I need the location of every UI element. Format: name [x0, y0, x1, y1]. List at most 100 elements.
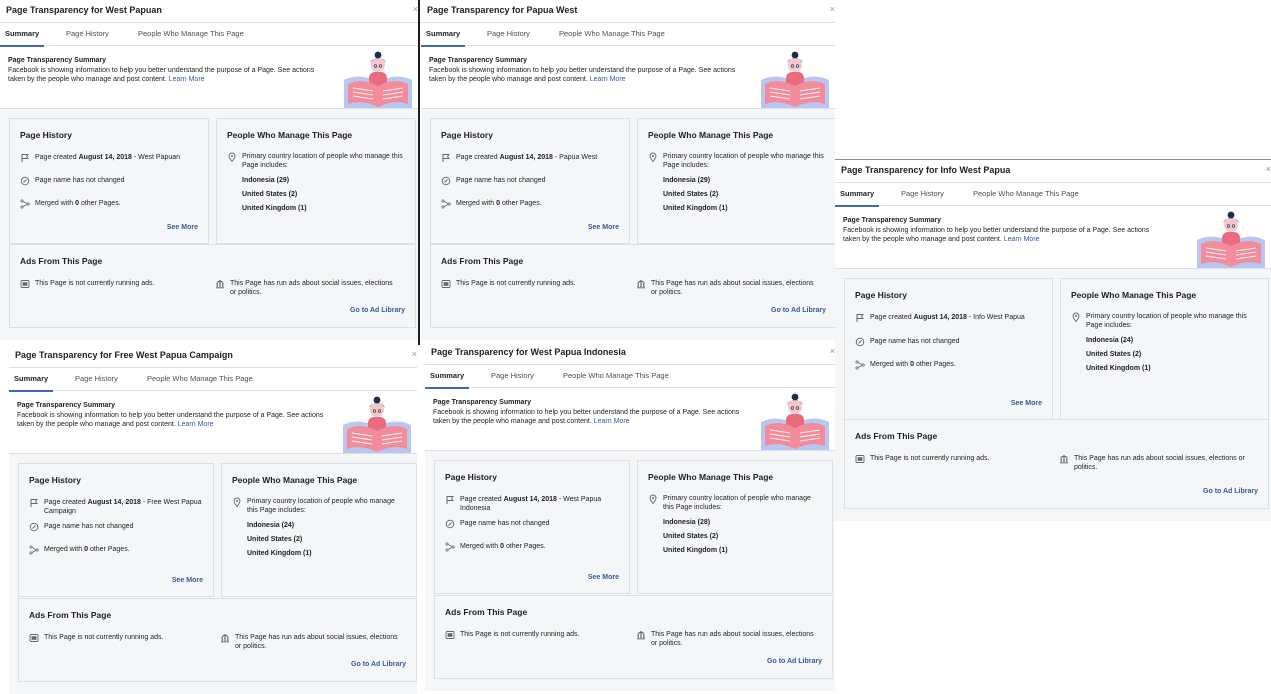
ad-library-link[interactable]: Go to Ad Library [767, 658, 822, 665]
ads-social-text: This Page has run ads about social issue… [651, 631, 814, 647]
location-pin-icon [1071, 312, 1081, 323]
people-title: People Who Manage This Page [648, 472, 774, 482]
tab-page-history[interactable]: Page History [901, 189, 944, 198]
ad-screen-icon [445, 630, 455, 640]
merge-icon [29, 545, 39, 555]
close-icon[interactable]: × [412, 349, 417, 359]
page-created-date: August 14, 2018 [78, 154, 132, 161]
reader-illustration [757, 392, 833, 450]
people-location-row: Primary country location of people who m… [648, 152, 826, 170]
tab-summary[interactable]: Summary [421, 29, 466, 47]
merged-count: 0 [500, 543, 504, 550]
summary-text: Facebook is showing information to help … [843, 227, 1150, 243]
ads-social-text: This Page has run ads about social issue… [651, 280, 814, 296]
page-name: West Papuan [138, 154, 181, 161]
ads-running-row: This Page is not currently running ads. [20, 279, 154, 289]
bank-icon [215, 279, 225, 289]
page-created-row: Page created August 14, 2018 - West Papu… [445, 495, 619, 513]
edit-circle-icon [29, 522, 39, 532]
tab-people-who-manage[interactable]: People Who Manage This Page [147, 374, 253, 383]
tab-people-who-manage[interactable]: People Who Manage This Page [563, 371, 669, 380]
tab-summary[interactable]: Summary [835, 189, 880, 207]
summary-text: Facebook is showing information to help … [433, 409, 740, 425]
country-item: United States (2) [247, 536, 303, 543]
page-created-row: Page created August 14, 2018 - West Papu… [20, 153, 198, 163]
close-icon[interactable]: × [1266, 164, 1271, 174]
summary-section: Page Transparency Summary Facebook is sho… [425, 388, 835, 451]
learn-more-link[interactable]: Learn More [1004, 236, 1040, 243]
page-history-title: Page History [20, 130, 72, 140]
learn-more-link[interactable]: Learn More [594, 418, 630, 425]
ad-library-link[interactable]: Go to Ad Library [350, 307, 405, 314]
flag-icon [29, 498, 39, 508]
see-more-link[interactable]: See More [172, 577, 203, 584]
page-created-date: August 14, 2018 [503, 496, 557, 503]
ad-library-link[interactable]: Go to Ad Library [351, 661, 406, 668]
see-more-link[interactable]: See More [1011, 400, 1042, 407]
location-pin-icon [648, 152, 658, 163]
summary-section: Page Transparency Summary Facebook is sho… [835, 206, 1271, 269]
tab-summary[interactable]: Summary [0, 29, 45, 47]
summary-title: Page Transparency Summary [8, 57, 107, 64]
merged-label: Merged with [44, 546, 83, 553]
merged-suffix: other Pages. [89, 546, 130, 553]
tab-bar: Summary Page History People Who Manage Thi… [835, 183, 1271, 207]
learn-more-link[interactable]: Learn More [178, 421, 214, 428]
learn-more-link[interactable]: Learn More [169, 76, 205, 83]
learn-more-link[interactable]: Learn More [590, 76, 626, 83]
ads-social-row: This Page has run ads about social issue… [220, 633, 399, 651]
close-icon[interactable]: × [830, 346, 835, 356]
edit-circle-icon [441, 176, 451, 186]
page-name: Papua West [559, 154, 598, 161]
tab-people-who-manage[interactable]: People Who Manage This Page [559, 29, 665, 38]
summary-text: Facebook is showing information to help … [429, 67, 736, 83]
close-icon[interactable]: × [830, 4, 835, 14]
people-title: People Who Manage This Page [227, 130, 353, 140]
page-created-label: Page created [870, 314, 912, 321]
tab-people-who-manage[interactable]: People Who Manage This Page [973, 189, 1079, 198]
reader-illustration [339, 395, 415, 453]
dialog-header: Page Transparency for West Papuan × [0, 0, 418, 23]
see-more-link[interactable]: See More [167, 224, 198, 231]
dialog-title: Page Transparency for Papua West [427, 5, 578, 15]
page-created-date: August 14, 2018 [87, 499, 141, 506]
details-area: Page History Page created August 14, 2018… [9, 454, 417, 694]
summary-description: Facebook is showing information to help … [429, 66, 739, 84]
location-pin-icon [227, 152, 237, 163]
tab-summary[interactable]: Summary [9, 374, 54, 392]
country-item: Indonesia (29) [242, 177, 290, 184]
see-more-link[interactable]: See More [588, 224, 619, 231]
page-created-label: Page created [35, 154, 77, 161]
flag-icon [445, 495, 455, 505]
page-created-date: August 14, 2018 [913, 314, 967, 321]
tab-page-history[interactable]: Page History [66, 29, 109, 38]
tab-summary[interactable]: Summary [425, 371, 470, 389]
country-item: United States (2) [242, 191, 298, 198]
page-created-date: August 14, 2018 [499, 154, 553, 161]
country-item: United Kingdom (1) [1086, 365, 1151, 372]
page-history-card: Page History Page created August 14, 2018… [430, 118, 630, 244]
name-changes-text: Page name has not changed [44, 523, 134, 530]
ad-library-link[interactable]: Go to Ad Library [771, 307, 826, 314]
ads-title: Ads From This Page [445, 607, 528, 617]
page-created-row: Page created August 14, 2018 - Info West… [855, 313, 1042, 323]
ad-screen-icon [20, 279, 30, 289]
bank-icon [636, 279, 646, 289]
page-history-title: Page History [441, 130, 493, 140]
ads-card: Ads From This Page This Page is not curre… [430, 244, 835, 328]
people-title: People Who Manage This Page [232, 475, 358, 485]
tab-page-history[interactable]: Page History [491, 371, 534, 380]
tab-page-history[interactable]: Page History [75, 374, 118, 383]
ads-running-text: This Page is not currently running ads. [44, 634, 164, 641]
ad-library-link[interactable]: Go to Ad Library [1203, 488, 1258, 495]
tab-people-who-manage[interactable]: People Who Manage This Page [138, 29, 244, 38]
see-more-link[interactable]: See More [588, 574, 619, 581]
summary-title: Page Transparency Summary [843, 217, 942, 224]
ads-title: Ads From This Page [29, 610, 112, 620]
ad-screen-icon [29, 633, 39, 643]
page-created-row: Page created August 14, 2018 - Free West… [29, 498, 203, 516]
tab-page-history[interactable]: Page History [487, 29, 530, 38]
summary-description: Facebook is showing information to help … [843, 226, 1153, 244]
merge-icon [855, 360, 865, 370]
details-area: Page History Page created August 14, 2018… [421, 109, 835, 340]
